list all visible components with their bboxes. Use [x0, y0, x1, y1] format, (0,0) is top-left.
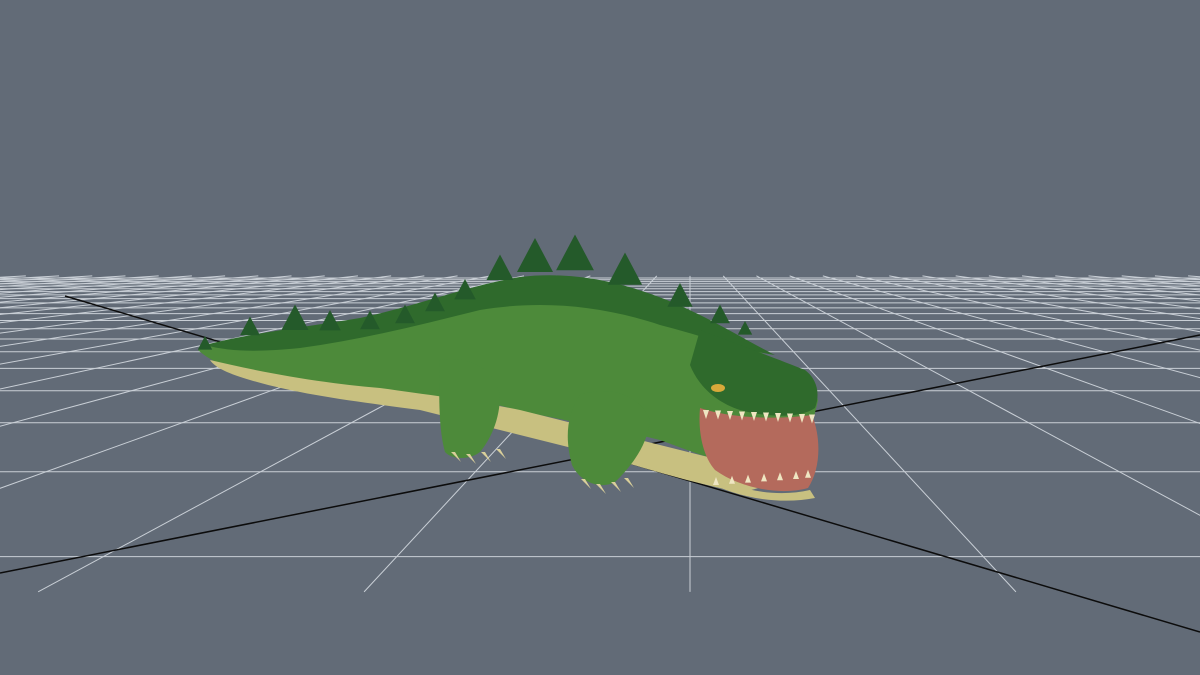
back-spike — [197, 336, 213, 350]
grid-line-lateral — [1121, 275, 1200, 283]
croc-front-leg[interactable] — [567, 391, 650, 486]
grid-line-lateral — [756, 275, 1200, 516]
back-spike — [737, 321, 753, 335]
grid-line-lateral — [1088, 275, 1200, 287]
grid-line-lateral — [0, 275, 159, 288]
grid-line-lateral — [0, 275, 126, 285]
claw — [596, 484, 606, 494]
grid-line-lateral — [822, 275, 1200, 379]
scene-canvas[interactable] — [0, 0, 1200, 675]
back-spike — [486, 254, 514, 280]
grid-line-lateral — [0, 275, 26, 278]
grid-line-lateral — [855, 275, 1200, 351]
back-spike — [556, 234, 594, 271]
grid-line-lateral — [0, 275, 259, 298]
grid-line-lateral — [889, 275, 1200, 333]
back-spike — [607, 252, 643, 285]
grid-line-lateral — [0, 275, 226, 294]
grid-line-lateral — [789, 275, 1200, 425]
claw — [611, 482, 621, 492]
back-spike — [517, 238, 553, 272]
back-spike — [240, 316, 260, 336]
grid-line-lateral — [0, 275, 60, 280]
grid-line-lateral — [0, 275, 192, 291]
grid-line-lateral — [1188, 275, 1200, 278]
croc-eye — [711, 384, 725, 392]
claw — [496, 449, 506, 459]
grid-line-lateral — [0, 275, 325, 309]
claw — [624, 478, 634, 488]
3d-viewport[interactable] — [0, 0, 1200, 675]
grid-line-lateral — [988, 275, 1200, 302]
grid-line-lateral — [1154, 275, 1200, 280]
crocodile-model[interactable] — [197, 234, 819, 501]
grid-line-lateral — [922, 275, 1200, 320]
grid-line-lateral — [0, 275, 93, 282]
